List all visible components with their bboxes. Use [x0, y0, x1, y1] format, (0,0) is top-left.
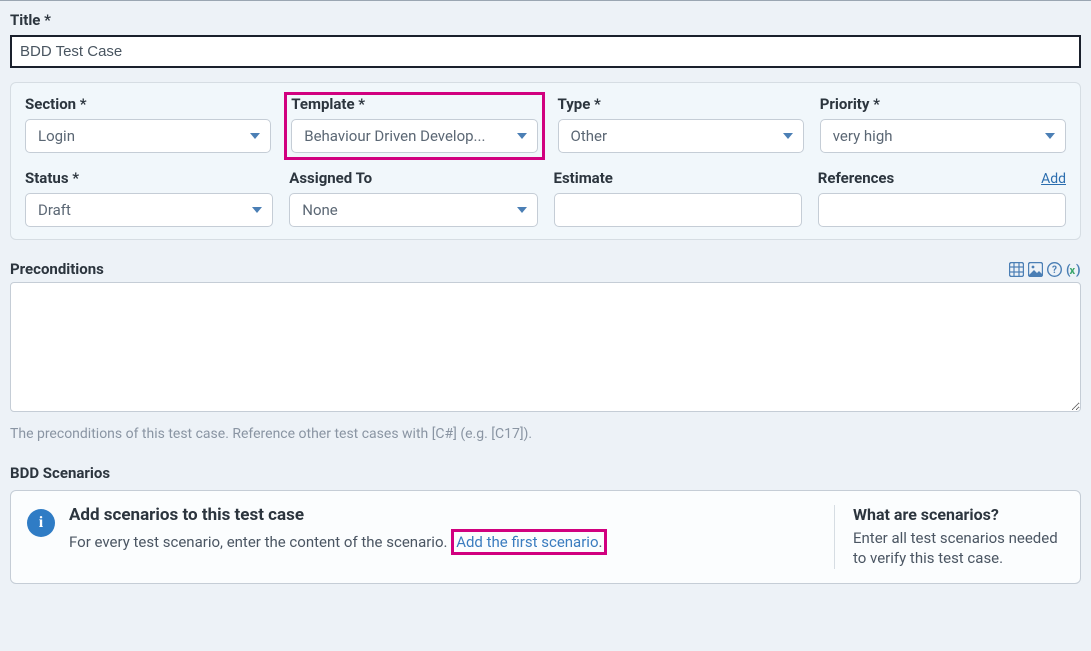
add-first-scenario-link[interactable]: Add the first scenario: [456, 533, 598, 551]
preconditions-toolbar: ? ( x ): [1008, 261, 1081, 277]
estimate-label: Estimate: [554, 169, 802, 187]
preconditions-textarea[interactable]: [10, 282, 1081, 412]
template-label: Template *: [291, 95, 537, 113]
preconditions-label: Preconditions: [10, 260, 104, 278]
chevron-down-icon: [252, 207, 262, 213]
template-value: Behaviour Driven Develop...: [304, 127, 485, 145]
section-value: Login: [38, 127, 75, 145]
bdd-add-body-suffix: .: [599, 533, 603, 551]
status-label: Status *: [25, 169, 273, 187]
clear-icon[interactable]: ( x ): [1065, 261, 1081, 277]
estimate-input[interactable]: [554, 193, 802, 227]
assignedto-label: Assigned To: [289, 169, 537, 187]
fields-panel: Section * Login Template * Behaviour Dri…: [10, 82, 1081, 240]
assignedto-select[interactable]: None: [289, 193, 537, 227]
help-icon[interactable]: ?: [1046, 261, 1062, 277]
references-input[interactable]: [818, 193, 1066, 227]
section-select[interactable]: Login: [25, 119, 271, 153]
chevron-down-icon: [250, 133, 260, 139]
chevron-down-icon: [783, 133, 793, 139]
status-select[interactable]: Draft: [25, 193, 273, 227]
references-add-link[interactable]: Add: [1041, 171, 1066, 187]
bdd-scenarios-label: BDD Scenarios: [10, 464, 1081, 482]
bdd-what-body: Enter all test scenarios needed to verif…: [853, 528, 1064, 569]
section-label: Section *: [25, 95, 271, 113]
references-label: References: [818, 169, 895, 187]
chevron-down-icon: [517, 207, 527, 213]
svg-text:x: x: [1069, 264, 1075, 277]
template-select[interactable]: Behaviour Driven Develop...: [291, 119, 537, 153]
title-input[interactable]: [10, 35, 1081, 68]
bdd-scenarios-panel: i Add scenarios to this test case For ev…: [10, 490, 1081, 584]
info-icon: i: [27, 509, 55, 537]
table-icon[interactable]: [1008, 261, 1024, 277]
priority-label: Priority *: [820, 95, 1066, 113]
bdd-add-heading: Add scenarios to this test case: [69, 505, 607, 525]
priority-value: very high: [833, 127, 893, 145]
type-select[interactable]: Other: [558, 119, 804, 153]
priority-select[interactable]: very high: [820, 119, 1066, 153]
type-value: Other: [571, 127, 608, 145]
status-value: Draft: [38, 201, 71, 219]
preconditions-helper: The preconditions of this test case. Ref…: [10, 426, 1081, 442]
type-label: Type *: [558, 95, 804, 113]
bdd-what-heading: What are scenarios?: [853, 505, 1064, 524]
svg-text:?: ?: [1052, 265, 1057, 276]
bdd-add-body-prefix: For every test scenario, enter the conte…: [69, 533, 451, 551]
chevron-down-icon: [517, 133, 527, 139]
title-label: Title *: [10, 11, 1081, 29]
svg-text:): ): [1076, 263, 1081, 277]
chevron-down-icon: [1045, 133, 1055, 139]
assignedto-value: None: [302, 201, 338, 219]
image-icon[interactable]: [1027, 261, 1043, 277]
